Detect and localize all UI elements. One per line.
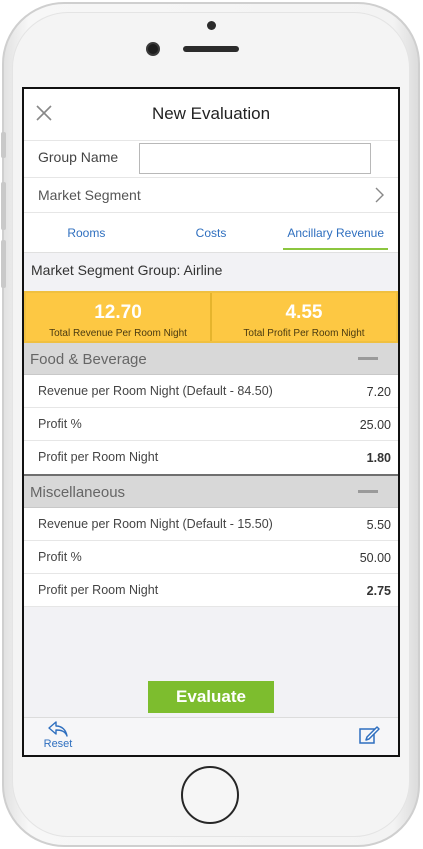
home-button[interactable] <box>181 766 239 824</box>
group-name-label: Group Name <box>38 149 119 165</box>
reset-label: Reset <box>43 738 73 750</box>
sensor-dot <box>207 21 216 30</box>
reset-button[interactable]: Reset <box>38 720 78 750</box>
market-segment-row[interactable]: Market Segment <box>24 178 398 213</box>
page-title: New Evaluation <box>151 104 271 123</box>
kpi-total-profit: 4.55 Total Profit Per Room Night <box>210 293 396 341</box>
row-label: Profit % <box>38 417 82 431</box>
table-row[interactable]: Profit % 50.00 <box>24 541 398 574</box>
mute-switch <box>1 132 6 158</box>
tab-costs[interactable]: Costs <box>149 213 274 252</box>
volume-down-button <box>1 240 6 288</box>
title-bar: New Evaluation <box>24 89 398 141</box>
market-segment-label: Market Segment <box>38 187 141 203</box>
table-row[interactable]: Revenue per Room Night (Default - 15.50)… <box>24 508 398 541</box>
table-row: Profit per Room Night 1.80 <box>24 441 398 474</box>
market-segment-group-text: Market Segment Group: Airline <box>24 253 398 291</box>
reply-arrow-icon <box>48 721 68 737</box>
bottom-toolbar: Reset <box>24 717 398 755</box>
section-title: Miscellaneous <box>30 484 126 501</box>
edit-icon[interactable] <box>358 724 380 746</box>
kpi-label: Total Revenue Per Room Night <box>49 328 187 339</box>
collapse-minus-icon[interactable] <box>358 357 378 360</box>
row-label: Profit per Room Night <box>38 450 159 464</box>
tab-bar: Rooms Costs Ancillary Revenue <box>24 213 398 253</box>
row-value: 2.75 <box>366 584 391 598</box>
kpi-total-revenue: 12.70 Total Revenue Per Room Night <box>26 293 210 341</box>
section-title: Food & Beverage <box>30 351 147 368</box>
row-label: Revenue per Room Night (Default - 84.50) <box>38 384 273 398</box>
table-row[interactable]: Profit % 25.00 <box>24 408 398 441</box>
tab-rooms[interactable]: Rooms <box>24 213 149 252</box>
tab-ancillary-revenue[interactable]: Ancillary Revenue <box>273 213 398 252</box>
row-label: Profit per Room Night <box>38 583 159 597</box>
row-value[interactable]: 50.00 <box>360 551 391 565</box>
front-camera <box>146 42 160 56</box>
evaluate-button[interactable]: Evaluate <box>148 681 274 713</box>
row-value[interactable]: 5.50 <box>367 518 391 532</box>
row-label: Profit % <box>38 550 82 564</box>
volume-up-button <box>1 182 6 230</box>
kpi-panel: 12.70 Total Revenue Per Room Night 4.55 … <box>24 291 398 343</box>
table-row[interactable]: Revenue per Room Night (Default - 84.50)… <box>24 375 398 408</box>
group-name-row: Group Name <box>24 141 398 178</box>
row-value[interactable]: 25.00 <box>360 418 391 432</box>
section-header-miscellaneous[interactable]: Miscellaneous <box>24 476 398 508</box>
section-header-food-beverage[interactable]: Food & Beverage <box>24 343 398 375</box>
earpiece-speaker <box>183 46 239 52</box>
kpi-value: 12.70 <box>94 302 142 323</box>
row-value: 1.80 <box>366 451 391 465</box>
app-screen: New Evaluation Group Name Market Segment… <box>22 87 400 757</box>
chevron-right-icon <box>375 187 384 203</box>
table-row: Profit per Room Night 2.75 <box>24 574 398 607</box>
kpi-label: Total Profit Per Room Night <box>243 328 365 339</box>
row-value[interactable]: 7.20 <box>367 385 391 399</box>
collapse-minus-icon[interactable] <box>358 490 378 493</box>
row-label: Revenue per Room Night (Default - 15.50) <box>38 517 273 531</box>
kpi-value: 4.55 <box>285 302 323 323</box>
group-name-input[interactable] <box>139 143 371 174</box>
